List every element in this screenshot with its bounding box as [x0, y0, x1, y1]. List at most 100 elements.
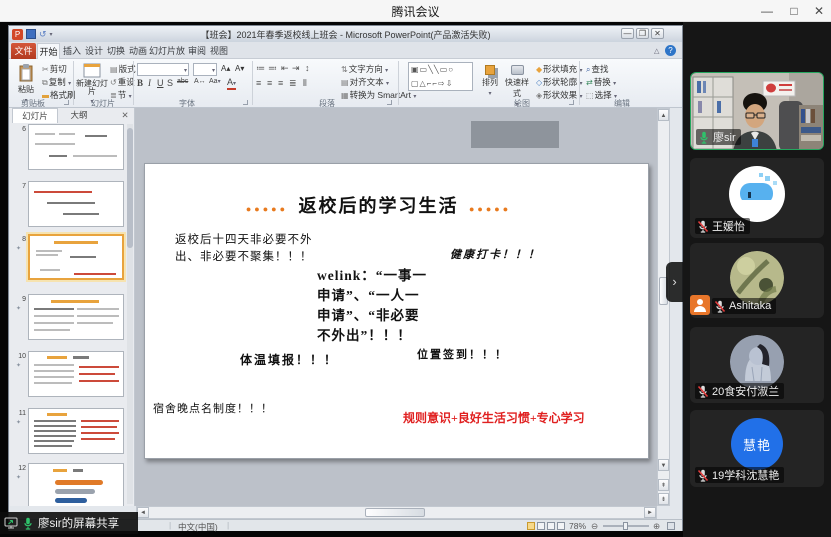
strikethrough-button[interactable]: abc: [177, 78, 188, 85]
format-painter-button[interactable]: 格式刷: [42, 89, 76, 101]
drawing-dialog-launcher[interactable]: [569, 100, 574, 105]
text-direction-button[interactable]: ⇅文字方向 ▾: [341, 63, 388, 75]
slide-thumbnail[interactable]: [28, 408, 124, 454]
change-case-button[interactable]: Aa▾: [209, 78, 221, 85]
tab-view[interactable]: 视图: [208, 43, 230, 59]
tab-design[interactable]: 设计: [83, 43, 105, 59]
slide-thumbnail-selected[interactable]: [28, 234, 124, 280]
zoom-in-icon[interactable]: ⊕: [653, 521, 660, 532]
reset-button[interactable]: ↺重设: [110, 76, 135, 88]
undo-icon[interactable]: ↺: [39, 29, 47, 40]
maximize-icon[interactable]: □: [784, 1, 804, 21]
fit-to-window-icon[interactable]: [667, 522, 675, 530]
select-button[interactable]: ⬚选择 ▾: [586, 89, 617, 101]
panel-tab-outline[interactable]: 大纲: [60, 108, 98, 123]
shapes-gallery[interactable]: ▣▭╲╲▭○▢△⌐⌐⇨⇩: [408, 62, 473, 91]
bold-button[interactable]: B: [137, 78, 143, 88]
char-spacing-button[interactable]: A↔: [194, 78, 206, 85]
decrease-indent-icon[interactable]: ⇤: [281, 63, 289, 74]
shape-fill-button[interactable]: ◆形状填充 ▾: [536, 63, 583, 75]
sidebar-expand-button[interactable]: ›: [666, 262, 683, 302]
powerpoint-logo-icon[interactable]: P: [12, 29, 23, 40]
panel-close-icon[interactable]: ✕: [118, 108, 132, 123]
close-icon[interactable]: ✕: [809, 1, 829, 21]
tab-transitions[interactable]: 切换: [105, 43, 127, 59]
scroll-right-icon[interactable]: ►: [644, 507, 656, 518]
help-icon[interactable]: ?: [665, 45, 676, 56]
align-text-button[interactable]: ▤对齐文本 ▾: [341, 76, 389, 88]
bullets-icon[interactable]: ≔: [256, 63, 265, 74]
qat-dropdown-icon[interactable]: ▾: [50, 31, 53, 38]
tab-insert[interactable]: 插入: [61, 43, 83, 59]
find-button[interactable]: ⌕查找: [586, 63, 609, 75]
vertical-scrollbar[interactable]: ▲ ▼ ⇞ ⇟: [657, 108, 670, 506]
shape-effects-button[interactable]: ◈形状效果 ▾: [536, 89, 583, 101]
scroll-up-icon[interactable]: ▲: [658, 109, 669, 121]
scroll-down-icon[interactable]: ▼: [658, 459, 669, 471]
save-icon[interactable]: [26, 29, 36, 39]
tab-home[interactable]: 开始: [37, 43, 60, 59]
zoom-percent[interactable]: 78%: [569, 521, 586, 531]
replace-button[interactable]: ⇄替换 ▾: [586, 76, 616, 88]
grow-font-button[interactable]: A▴: [221, 64, 230, 73]
slide-thumbnail[interactable]: [28, 124, 124, 170]
panel-scrollbar[interactable]: [127, 124, 133, 504]
participant-nametag: 20食安付淑兰: [695, 383, 784, 399]
clipboard-dialog-launcher[interactable]: [64, 100, 69, 105]
scroll-left-icon[interactable]: ◄: [137, 507, 149, 518]
align-left-icon[interactable]: ≡: [256, 78, 261, 88]
next-slide-icon[interactable]: ⇟: [658, 493, 669, 505]
cut-button[interactable]: ✂剪切: [42, 63, 67, 75]
columns-icon[interactable]: ⫴: [303, 78, 307, 89]
reading-view-icon[interactable]: [547, 522, 555, 530]
participant-tile[interactable]: 王媛怡: [690, 158, 824, 238]
font-name-select[interactable]: ▾: [137, 63, 189, 76]
line-spacing-icon[interactable]: ↕: [305, 63, 310, 73]
align-center-icon[interactable]: ≡: [267, 78, 272, 88]
horizontal-scrollbar[interactable]: ◄ ►: [136, 506, 657, 519]
hscroll-thumb[interactable]: [365, 508, 425, 517]
tab-file[interactable]: 文件: [11, 43, 36, 59]
slideshow-view-icon[interactable]: [557, 522, 565, 530]
minimize-icon[interactable]: —: [757, 1, 777, 21]
increase-indent-icon[interactable]: ⇥: [292, 63, 300, 74]
slide-thumbnail[interactable]: [28, 181, 124, 227]
italic-button[interactable]: I: [148, 78, 151, 88]
font-color-button[interactable]: A▾: [227, 78, 236, 90]
slide-sorter-view-icon[interactable]: [537, 522, 545, 530]
arrange-button[interactable]: 排列 ▾: [477, 61, 503, 105]
justify-icon[interactable]: ≣: [289, 78, 297, 89]
participant-tile[interactable]: Ashitaka: [690, 243, 824, 318]
shadow-button[interactable]: S: [167, 78, 173, 88]
convert-smartart-button[interactable]: ▦转换为 SmartArt ▾: [341, 89, 416, 101]
numbering-icon[interactable]: ≕: [268, 63, 277, 74]
tab-slideshow[interactable]: 幻灯片放映: [149, 43, 185, 59]
font-size-select[interactable]: ▾: [193, 63, 217, 76]
font-dialog-launcher[interactable]: [243, 100, 248, 105]
slide-thumbnail[interactable]: [28, 463, 124, 506]
slide-thumbnail[interactable]: [28, 294, 124, 340]
zoom-slider-thumb[interactable]: [623, 522, 628, 530]
slide-thumbnail[interactable]: [28, 351, 124, 397]
ppt-restore-icon[interactable]: ❐: [636, 28, 649, 39]
normal-view-icon[interactable]: [527, 522, 535, 530]
ppt-close-icon[interactable]: ✕: [651, 28, 664, 39]
participant-tile[interactable]: 慧艳 19学科沈慧艳: [690, 410, 824, 487]
participant-tile[interactable]: 20食安付淑兰: [690, 327, 824, 403]
slide-editor[interactable]: ●●●●● 返校后的学习生活 ●●●●● 返校后十四天非必要不外 出、非必要不聚…: [144, 163, 649, 459]
tab-review[interactable]: 审阅: [186, 43, 208, 59]
language-status[interactable]: 中文(中国): [178, 521, 218, 533]
zoom-out-icon[interactable]: ⊖: [591, 521, 598, 532]
collapse-ribbon-icon[interactable]: △: [654, 47, 659, 55]
participant-tile-video[interactable]: 廖sir: [690, 72, 824, 150]
underline-button[interactable]: U: [157, 78, 164, 88]
tab-animations[interactable]: 动画: [127, 43, 149, 59]
ppt-minimize-icon[interactable]: —: [621, 28, 634, 39]
previous-slide-icon[interactable]: ⇞: [658, 479, 669, 491]
align-right-icon[interactable]: ≡: [278, 78, 283, 88]
copy-button[interactable]: ⧉复制 ▾: [42, 76, 71, 88]
paragraph-dialog-launcher[interactable]: [387, 100, 392, 105]
shrink-font-button[interactable]: A▾: [235, 64, 244, 73]
panel-tab-slides[interactable]: 幻灯片: [12, 108, 58, 123]
shape-outline-button[interactable]: ◇形状轮廓 ▾: [536, 76, 583, 88]
